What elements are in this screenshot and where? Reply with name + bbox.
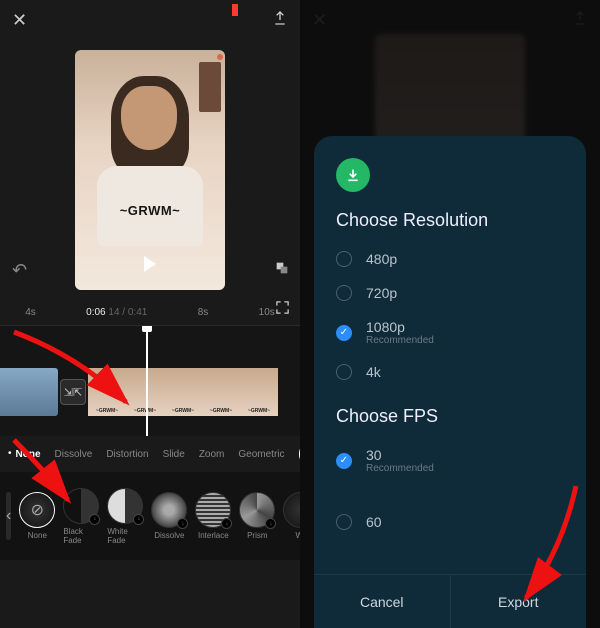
ruler-mark: 10s	[259, 307, 275, 318]
effect-interlace[interactable]: ↓Interlace	[195, 492, 231, 540]
play-icon[interactable]	[144, 256, 156, 272]
modal-buttons: Cancel Export	[314, 574, 586, 628]
editor-pane: ✕ ↶ ~GRWM~ 4s 0:06 14 /	[0, 0, 300, 628]
effect-none[interactable]: ⊘None	[19, 492, 55, 540]
resolution-4k[interactable]: 4k	[336, 364, 564, 380]
download-icon: ↓	[89, 514, 100, 525]
scroll-left-icon[interactable]: ‹	[6, 492, 11, 540]
tab-dissolve[interactable]: Dissolve	[55, 449, 93, 460]
export-button[interactable]: Export	[450, 575, 587, 628]
share-icon[interactable]	[272, 10, 288, 31]
video-preview[interactable]: ↶ ~GRWM~	[0, 40, 300, 300]
download-icon	[336, 158, 370, 192]
effect-prism[interactable]: ↓Prism	[239, 492, 275, 540]
download-icon: ↓	[265, 518, 276, 529]
effect-dissolve[interactable]: ↓Dissolve	[151, 492, 187, 540]
ruler-current: 0:06	[86, 307, 105, 318]
download-icon: ↓	[221, 518, 232, 529]
resolution-options: 480p 720p 1080pRecommended 4k	[336, 251, 564, 380]
fps-title: Choose FPS	[336, 406, 564, 427]
cancel-button[interactable]: Cancel	[314, 575, 450, 628]
tab-zoom[interactable]: Zoom	[199, 449, 225, 460]
topbar: ✕	[0, 0, 300, 40]
tab-none[interactable]: None	[16, 449, 41, 460]
transition-handle[interactable]: ⇲⇱	[60, 379, 86, 405]
undo-icon[interactable]: ↶	[12, 260, 27, 281]
layers-icon[interactable]	[274, 260, 290, 281]
resolution-1080p[interactable]: 1080pRecommended	[336, 319, 564, 346]
playhead[interactable]	[146, 326, 148, 436]
export-pane: ✕ Choose Resolution 480p 720p 1080pRecom…	[300, 0, 600, 628]
ruler-mark: 8s	[198, 307, 209, 318]
timeline-clip[interactable]	[0, 368, 58, 416]
timeline-ruler[interactable]: 4s 0:06 14 / 0:41 8s 10s	[0, 300, 300, 326]
fps-30[interactable]: 30Recommended	[336, 447, 564, 474]
preview-frame: ~GRWM~	[75, 50, 225, 290]
effects-row: ‹ ⊘None ↓Black Fade ↓White Fade ↓Dissolv…	[0, 472, 300, 560]
transition-tabs: • None Dissolve Distortion Slide Zoom Ge…	[0, 436, 300, 472]
download-icon: ↓	[177, 518, 188, 529]
tab-slide[interactable]: Slide	[163, 449, 185, 460]
fps-60[interactable]: 60	[336, 514, 564, 530]
effect-white-fade[interactable]: ↓White Fade	[107, 488, 143, 545]
active-dot: •	[8, 448, 12, 459]
close-icon[interactable]: ✕	[12, 10, 27, 31]
preview-caption: ~GRWM~	[75, 203, 225, 218]
resolution-title: Choose Resolution	[336, 210, 564, 231]
timeline[interactable]: ⇲⇱	[0, 326, 300, 436]
effect-black-fade[interactable]: ↓Black Fade	[63, 488, 99, 545]
fps-options: 30Recommended 60	[336, 447, 564, 530]
recording-indicator	[232, 4, 238, 16]
ruler-mark: 4s	[25, 307, 36, 318]
resolution-480p[interactable]: 480p	[336, 251, 564, 267]
tab-distortion[interactable]: Distortion	[106, 449, 148, 460]
effect-wave[interactable]: ↓Wa	[283, 492, 300, 540]
ruler-frame: 14 / 0:41	[108, 307, 147, 318]
resolution-720p[interactable]: 720p	[336, 285, 564, 301]
export-modal: Choose Resolution 480p 720p 1080pRecomme…	[314, 136, 586, 628]
download-icon: ↓	[133, 514, 144, 525]
timeline-clip[interactable]	[88, 368, 300, 416]
fullscreen-icon[interactable]	[275, 300, 290, 320]
tab-geometric[interactable]: Geometric	[238, 449, 284, 460]
